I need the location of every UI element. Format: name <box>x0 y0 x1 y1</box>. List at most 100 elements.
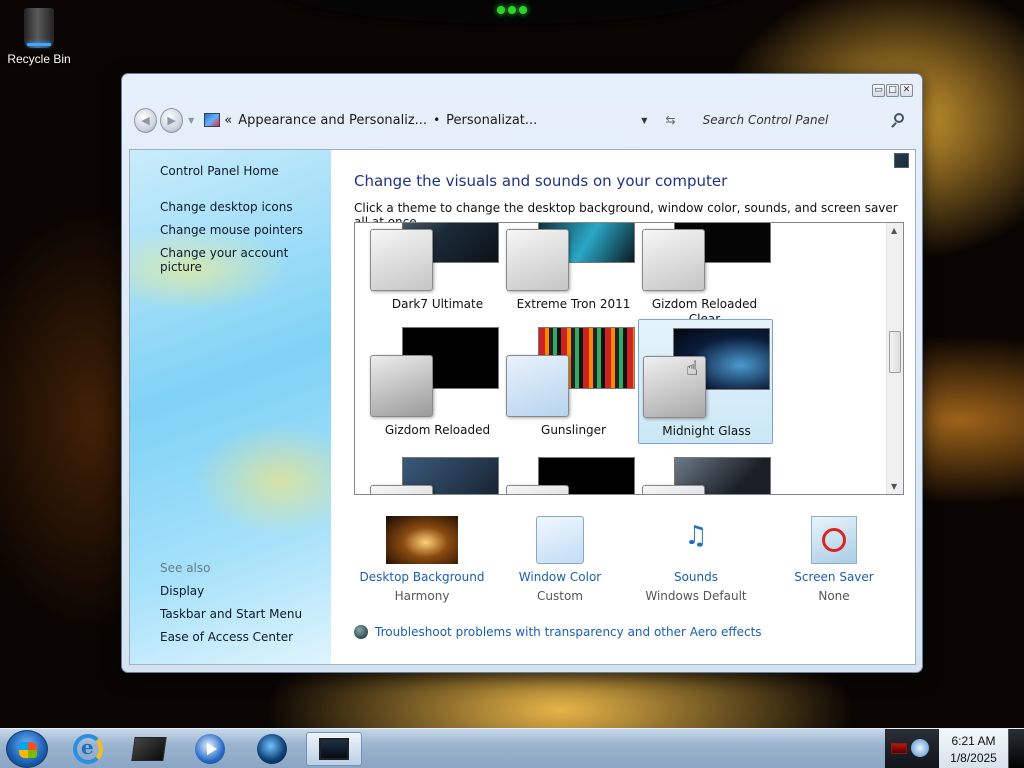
taskbar-internet-explorer[interactable] <box>60 732 116 766</box>
main-panel: Change the visuals and sounds on your co… <box>331 150 915 664</box>
theme-color-swatch <box>370 355 433 417</box>
troubleshoot-link[interactable]: Troubleshoot problems with transparency … <box>375 625 762 639</box>
desktop-background-setting[interactable]: Desktop Background Harmony <box>352 516 492 603</box>
window-color-value: Custom <box>537 589 583 603</box>
start-button[interactable] <box>6 730 48 768</box>
sidebar-link-mouse-pointers[interactable]: Change mouse pointers <box>160 223 303 237</box>
scroll-down-icon[interactable]: ▼ <box>891 482 897 491</box>
taskbar-box-app[interactable] <box>121 732 177 766</box>
window-color-swatch <box>536 516 584 564</box>
theme-dark7-ultimate[interactable]: Dark7 Ultimate <box>370 223 505 318</box>
theme-color-swatch <box>642 485 705 494</box>
sidebar-link-account-picture[interactable]: Change your account picture <box>160 246 331 274</box>
troubleshoot-row[interactable]: Troubleshoot problems with transparency … <box>354 625 762 639</box>
window-color-link[interactable]: Window Color <box>490 570 630 584</box>
navigation-bar: ◀ ▶ ▼ « Appearance and Personaliz... • P… <box>134 105 912 135</box>
desktop-background-value: Harmony <box>394 589 450 603</box>
address-dropdown-icon[interactable]: ▼ <box>641 116 647 125</box>
see-also-display[interactable]: Display <box>160 584 204 598</box>
theme-midnight-glass[interactable]: Midnight Glass <box>638 319 773 444</box>
caption-buttons: ▭ □ ✕ <box>872 84 913 97</box>
theme-extreme-tron[interactable]: Extreme Tron 2011 <box>506 223 641 318</box>
scroll-thumb[interactable] <box>889 331 901 373</box>
theme-item-9[interactable] <box>642 449 777 494</box>
taskbar: 6:21 AM 1/8/2025 <box>0 728 1024 768</box>
search-input[interactable]: Search Control Panel <box>694 107 912 133</box>
theme-color-swatch <box>370 229 433 291</box>
theme-name: Dark7 Ultimate <box>391 297 484 311</box>
maximize-button[interactable]: □ <box>886 84 899 97</box>
theme-color-swatch <box>642 229 705 291</box>
desktop-background-thumbnail <box>386 516 458 564</box>
taskbar-personalization-window[interactable] <box>306 732 362 766</box>
top-green-lights <box>497 6 527 14</box>
recycle-bin-label: Recycle Bin <box>7 52 71 66</box>
globe-app-icon <box>257 734 287 764</box>
sidebar-link-control-panel-home[interactable]: Control Panel Home <box>160 164 279 178</box>
taskbar-globe-app[interactable] <box>244 732 300 766</box>
help-icon[interactable] <box>894 153 909 168</box>
desktop-icon-recycle-bin[interactable]: Recycle Bin <box>6 8 72 66</box>
action-center-flag-icon[interactable] <box>891 743 907 754</box>
close-button[interactable]: ✕ <box>900 84 913 97</box>
media-player-icon <box>195 734 225 764</box>
breadcrumb-appearance[interactable]: Appearance and Personaliz... <box>238 113 427 128</box>
theme-settings-row: Desktop Background Harmony Window Color … <box>354 516 904 606</box>
sidebar-link-desktop-icons[interactable]: Change desktop icons <box>160 200 293 214</box>
personalization-window-icon <box>319 738 349 760</box>
clock[interactable]: 6:21 AM 1/8/2025 <box>939 729 1008 768</box>
sounds-setting[interactable]: ♫ Sounds Windows Default <box>626 516 766 603</box>
show-desktop-button[interactable] <box>1008 729 1024 768</box>
theme-gizdom-reloaded[interactable]: Gizdom Reloaded <box>370 319 505 444</box>
recycle-bin-icon <box>24 8 54 48</box>
theme-name: Midnight Glass <box>662 424 751 438</box>
clock-date: 1/8/2025 <box>950 751 997 765</box>
breadcrumb-separator: • <box>433 113 441 127</box>
theme-color-swatch <box>506 485 569 494</box>
themes-scrollbar[interactable]: ▲ ▼ <box>886 223 903 494</box>
sounds-link[interactable]: Sounds <box>626 570 766 584</box>
screen-saver-setting[interactable]: Screen Saver None <box>764 516 904 603</box>
theme-item-7[interactable] <box>370 449 505 494</box>
search-icon[interactable] <box>894 113 905 123</box>
network-icon[interactable] <box>911 739 929 757</box>
screen-saver-link[interactable]: Screen Saver <box>764 570 904 584</box>
scroll-up-icon[interactable]: ▲ <box>891 226 897 235</box>
window-color-setting[interactable]: Window Color Custom <box>490 516 630 603</box>
see-also-taskbar[interactable]: Taskbar and Start Menu <box>160 607 302 621</box>
theme-gunslinger[interactable]: Gunslinger <box>506 319 641 444</box>
address-bar[interactable]: « Appearance and Personaliz... • Persona… <box>200 107 661 133</box>
themes-list[interactable]: Dark7 Ultimate Extreme Tron 2011 Gizdom … <box>354 222 904 495</box>
page-title: Change the visuals and sounds on your co… <box>354 172 728 190</box>
see-also-heading: See also <box>160 561 211 575</box>
desktop-background-link[interactable]: Desktop Background <box>352 570 492 584</box>
minimize-button[interactable]: ▭ <box>872 84 885 97</box>
theme-item-8[interactable] <box>506 449 641 494</box>
taskbar-media-player[interactable] <box>182 732 238 766</box>
search-placeholder: Search Control Panel <box>702 113 829 127</box>
theme-name: Extreme Tron 2011 <box>516 297 631 311</box>
personalization-window: ▭ □ ✕ ◀ ▶ ▼ « Appearance and Personaliz.… <box>121 73 923 673</box>
theme-color-swatch <box>506 355 569 417</box>
theme-name: Gizdom Reloaded <box>384 423 491 437</box>
screen-saver-value: None <box>818 589 850 603</box>
screen-saver-icon <box>811 516 857 564</box>
box-app-icon <box>131 737 167 761</box>
refresh-icon[interactable]: ⇆ <box>661 113 679 127</box>
internet-explorer-icon <box>73 734 103 764</box>
control-panel-icon <box>204 113 221 127</box>
sidebar: Control Panel Home Change desktop icons … <box>130 150 331 664</box>
troubleshoot-icon <box>354 625 368 639</box>
theme-name: Gunslinger <box>541 423 606 437</box>
sounds-icon: ♫ <box>684 521 708 551</box>
content-area: Control Panel Home Change desktop icons … <box>129 149 916 665</box>
clock-time: 6:21 AM <box>951 734 996 748</box>
forward-button[interactable]: ▶ <box>160 107 184 133</box>
breadcrumb-personalization[interactable]: Personalizat... <box>446 113 537 128</box>
back-button[interactable]: ◀ <box>134 107 158 133</box>
theme-color-swatch <box>506 229 569 291</box>
breadcrumb-prefix[interactable]: « <box>224 113 232 128</box>
theme-gizdom-reloaded-clear[interactable]: Gizdom Reloaded Clear <box>642 223 777 326</box>
see-also-ease-of-access[interactable]: Ease of Access Center <box>160 630 293 644</box>
recent-pages-dropdown[interactable]: ▼ <box>188 116 194 125</box>
